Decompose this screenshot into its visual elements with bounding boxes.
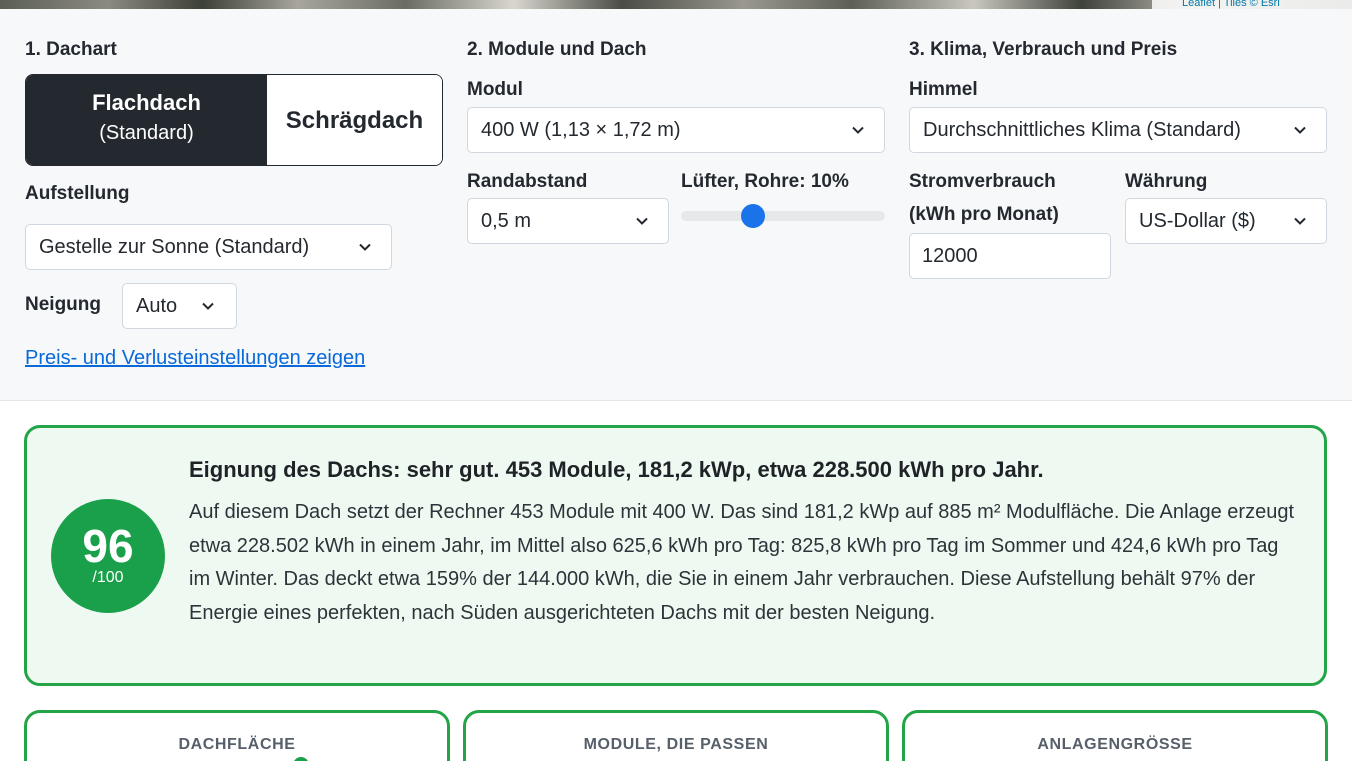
sky-value: Durchschnittliches Klima (Standard) bbox=[923, 119, 1241, 141]
currency-value: US-Dollar ($) bbox=[1139, 210, 1256, 232]
flat-roof-sublabel: (Standard) bbox=[99, 122, 194, 144]
obstruction-label: Lüfter, Rohre: 10% bbox=[681, 171, 849, 192]
score-max: /100 bbox=[92, 569, 124, 586]
system-size-card: ANLAGENGRÖSSE bbox=[902, 710, 1328, 761]
edge-distance-select[interactable]: 0,5 m bbox=[467, 198, 669, 244]
chevron-down-icon bbox=[852, 126, 864, 134]
pitched-roof-option[interactable]: Schrägdach bbox=[267, 75, 442, 165]
roof-area-card: DACHFLÄCHE bbox=[24, 710, 450, 761]
consumption-label: Stromverbrauch bbox=[909, 171, 1056, 192]
consumption-input[interactable]: 12000 bbox=[909, 233, 1111, 279]
settings-panel: 1. Dachart Flachdach (Standard) Schrägda… bbox=[0, 9, 1352, 401]
sky-select[interactable]: Durchschnittliches Klima (Standard) bbox=[909, 107, 1327, 153]
summary-title: Eignung des Dachs: sehr gut. 453 Module,… bbox=[189, 457, 1044, 482]
fitting-modules-card: MODULE, DIE PASSEN bbox=[463, 710, 889, 761]
flat-roof-option[interactable]: Flachdach (Standard) bbox=[26, 75, 267, 165]
card-title: MODULE, DIE PASSEN bbox=[583, 736, 769, 753]
price-loss-settings-link[interactable]: Preis- und Verlusteinstellungen zeigen bbox=[25, 347, 365, 370]
currency-select[interactable]: US-Dollar ($) bbox=[1125, 198, 1327, 244]
sky-label: Himmel bbox=[909, 79, 978, 100]
flat-roof-label: Flachdach bbox=[92, 90, 201, 115]
mounting-label: Aufstellung bbox=[25, 183, 130, 204]
roof-type-toggle: Flachdach (Standard) Schrägdach bbox=[25, 74, 443, 166]
card-title: DACHFLÄCHE bbox=[178, 736, 296, 753]
tilt-label: Neigung bbox=[25, 294, 101, 315]
module-label: Modul bbox=[467, 79, 523, 100]
obstruction-slider[interactable] bbox=[681, 204, 885, 228]
map-attribution[interactable]: Leaflet | Tiles © Esri bbox=[1152, 0, 1352, 9]
chevron-down-icon bbox=[636, 217, 648, 225]
tilt-value: Auto bbox=[136, 295, 178, 317]
mounting-select[interactable]: Gestelle zur Sonne (Standard) bbox=[25, 224, 392, 270]
obstruction-slider-thumb[interactable] bbox=[741, 204, 765, 228]
summary-body: Auf diesem Dach setzt der Rechner 453 Mo… bbox=[189, 501, 1295, 624]
modules-heading: 2. Module und Dach bbox=[467, 39, 647, 60]
score-badge: 96 /100 bbox=[51, 499, 165, 613]
chevron-down-icon bbox=[1294, 217, 1306, 225]
chevron-down-icon bbox=[1294, 126, 1306, 134]
edge-distance-value: 0,5 m bbox=[481, 210, 532, 232]
tilt-select[interactable]: Auto bbox=[122, 283, 237, 329]
roof-type-heading: 1. Dachart bbox=[25, 39, 117, 60]
suitability-summary: 96 /100 Eignung des Dachs: sehr gut. 453… bbox=[24, 425, 1327, 686]
consumption-unit-label: (kWh pro Monat) bbox=[909, 204, 1059, 225]
module-value: 400 W (1,13 × 1,72 m) bbox=[481, 119, 681, 141]
chevron-down-icon bbox=[359, 243, 371, 251]
map-preview-strip[interactable] bbox=[0, 0, 1352, 9]
status-dot bbox=[293, 757, 309, 761]
module-select[interactable]: 400 W (1,13 × 1,72 m) bbox=[467, 107, 885, 153]
score-value: 96 bbox=[82, 520, 134, 572]
edge-distance-label: Randabstand bbox=[467, 171, 588, 192]
mounting-value: Gestelle zur Sonne (Standard) bbox=[39, 236, 310, 258]
currency-label: Währung bbox=[1125, 171, 1208, 192]
card-title: ANLAGENGRÖSSE bbox=[1037, 736, 1193, 753]
chevron-down-icon bbox=[202, 302, 214, 310]
climate-heading: 3. Klima, Verbrauch und Preis bbox=[909, 39, 1178, 60]
